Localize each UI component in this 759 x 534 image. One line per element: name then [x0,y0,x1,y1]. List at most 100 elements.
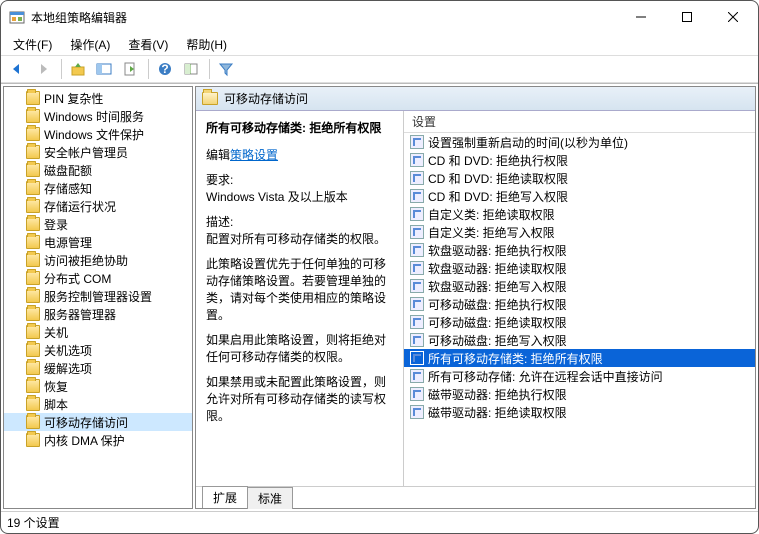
policy-item[interactable]: 自定义类: 拒绝读取权限 [404,205,755,223]
menu-view[interactable]: 查看(V) [120,34,176,55]
menu-action[interactable]: 操作(A) [62,34,118,55]
policy-icon [410,387,424,401]
tree-item[interactable]: 磁盘配额 [4,161,192,179]
close-button[interactable] [710,2,756,32]
policy-item[interactable]: 自定义类: 拒绝写入权限 [404,223,755,241]
tree-item[interactable]: 存储运行状况 [4,197,192,215]
folder-icon [26,163,40,177]
policy-icon [410,171,424,185]
folder-icon [26,253,40,267]
tree-item[interactable]: 关机选项 [4,341,192,359]
details-pane: 可移动存储访问 所有可移动存储类: 拒绝所有权限 编辑策略设置 要求: Wind… [195,86,756,509]
description-text-3: 如果启用此策略设置，则将拒绝对任何可移动存储类的权限。 [206,331,393,365]
tree-item-label: Windows 时间服务 [44,108,144,125]
policy-item-label: CD 和 DVD: 拒绝执行权限 [428,152,568,169]
policy-icon [410,225,424,239]
folder-open-icon [202,92,218,105]
tree-item-label: 访问被拒绝协助 [44,252,128,269]
tree-item-label: 恢复 [44,378,68,395]
export-button[interactable] [118,57,142,81]
policy-item[interactable]: CD 和 DVD: 拒绝执行权限 [404,151,755,169]
maximize-button[interactable] [664,2,710,32]
tree-item[interactable]: PIN 复杂性 [4,89,192,107]
show-hide-tree-button[interactable] [92,57,116,81]
folder-icon [26,181,40,195]
tree-item[interactable]: 存储感知 [4,179,192,197]
policy-item[interactable]: 磁带驱动器: 拒绝执行权限 [404,385,755,403]
description-text-4: 如果禁用或未配置此策略设置，则允许对所有可移动存储类的读写权限。 [206,373,393,424]
policy-icon [410,315,424,329]
tree-item-label: 分布式 COM [44,270,111,287]
menu-help[interactable]: 帮助(H) [178,34,235,55]
policy-item-label: 可移动磁盘: 拒绝执行权限 [428,296,567,313]
tree-item[interactable]: 恢复 [4,377,192,395]
policy-item[interactable]: 软盘驱动器: 拒绝执行权限 [404,241,755,259]
edit-policy-link[interactable]: 策略设置 [230,148,278,162]
tab-standard[interactable]: 标准 [247,487,293,509]
properties-button[interactable] [179,57,203,81]
tree-item[interactable]: 安全帐户管理员 [4,143,192,161]
policy-item[interactable]: CD 和 DVD: 拒绝读取权限 [404,169,755,187]
policy-item[interactable]: CD 和 DVD: 拒绝写入权限 [404,187,755,205]
folder-icon [26,217,40,231]
policy-list[interactable]: 设置 设置强制重新启动的时间(以秒为单位)CD 和 DVD: 拒绝执行权限CD … [404,111,755,486]
tree-pane[interactable]: PIN 复杂性Windows 时间服务Windows 文件保护安全帐户管理员磁盘… [3,86,193,509]
tree-item[interactable]: 访问被拒绝协助 [4,251,192,269]
menu-file[interactable]: 文件(F) [5,34,60,55]
tree-item[interactable]: 缓解选项 [4,359,192,377]
policy-item-label: 磁带驱动器: 拒绝执行权限 [428,386,567,403]
tree-item[interactable]: 关机 [4,323,192,341]
forward-button[interactable] [31,57,55,81]
tree-item[interactable]: Windows 时间服务 [4,107,192,125]
up-button[interactable] [66,57,90,81]
tree-item-label: 电源管理 [44,234,92,251]
policy-item[interactable]: 磁带驱动器: 拒绝读取权限 [404,403,755,421]
filter-button[interactable] [214,57,238,81]
folder-icon [26,325,40,339]
tree-item[interactable]: 内核 DMA 保护 [4,431,192,449]
folder-icon [26,397,40,411]
back-button[interactable] [5,57,29,81]
policy-icon [410,405,424,419]
policy-icon [410,243,424,257]
tree-item-label: 关机选项 [44,342,92,359]
tree-item[interactable]: 分布式 COM [4,269,192,287]
policy-item[interactable]: 软盘驱动器: 拒绝读取权限 [404,259,755,277]
main-window: 本地组策略编辑器 文件(F) 操作(A) 查看(V) 帮助(H) ? PIN 复… [0,0,759,534]
policy-item[interactable]: 可移动磁盘: 拒绝执行权限 [404,295,755,313]
tree-item[interactable]: 可移动存储访问 [4,413,192,431]
tree-item[interactable]: Windows 文件保护 [4,125,192,143]
status-bar: 19 个设置 [1,511,758,533]
folder-icon [26,307,40,321]
titlebar[interactable]: 本地组策略编辑器 [1,1,758,33]
tree-item-label: 关机 [44,324,68,341]
help-button[interactable]: ? [153,57,177,81]
policy-item-label: 软盘驱动器: 拒绝写入权限 [428,278,567,295]
policy-icon [410,369,424,383]
policy-item-label: CD 和 DVD: 拒绝读取权限 [428,170,568,187]
tree-item-label: Windows 文件保护 [44,126,144,143]
policy-item[interactable]: 所有可移动存储类: 拒绝所有权限 [404,349,755,367]
tree-item[interactable]: 服务器管理器 [4,305,192,323]
tree-item[interactable]: 服务控制管理器设置 [4,287,192,305]
policy-icon [410,153,424,167]
tree-item-label: 服务器管理器 [44,306,116,323]
tree-item-label: 服务控制管理器设置 [44,288,152,305]
tree-item[interactable]: 电源管理 [4,233,192,251]
view-tabs: 扩展 标准 [196,486,755,508]
tree-item[interactable]: 脚本 [4,395,192,413]
tree-item-label: 脚本 [44,396,68,413]
policy-item[interactable]: 可移动磁盘: 拒绝写入权限 [404,331,755,349]
folder-icon [26,271,40,285]
policy-item-label: CD 和 DVD: 拒绝写入权限 [428,188,568,205]
policy-item[interactable]: 所有可移动存储: 允许在远程会话中直接访问 [404,367,755,385]
description-label: 描述: [206,215,233,229]
tab-extended[interactable]: 扩展 [202,486,248,508]
policy-item[interactable]: 软盘驱动器: 拒绝写入权限 [404,277,755,295]
folder-icon [26,379,40,393]
minimize-button[interactable] [618,2,664,32]
policy-item[interactable]: 可移动磁盘: 拒绝读取权限 [404,313,755,331]
policy-item[interactable]: 设置强制重新启动的时间(以秒为单位) [404,133,755,151]
tree-item[interactable]: 登录 [4,215,192,233]
column-header-setting[interactable]: 设置 [404,111,755,133]
